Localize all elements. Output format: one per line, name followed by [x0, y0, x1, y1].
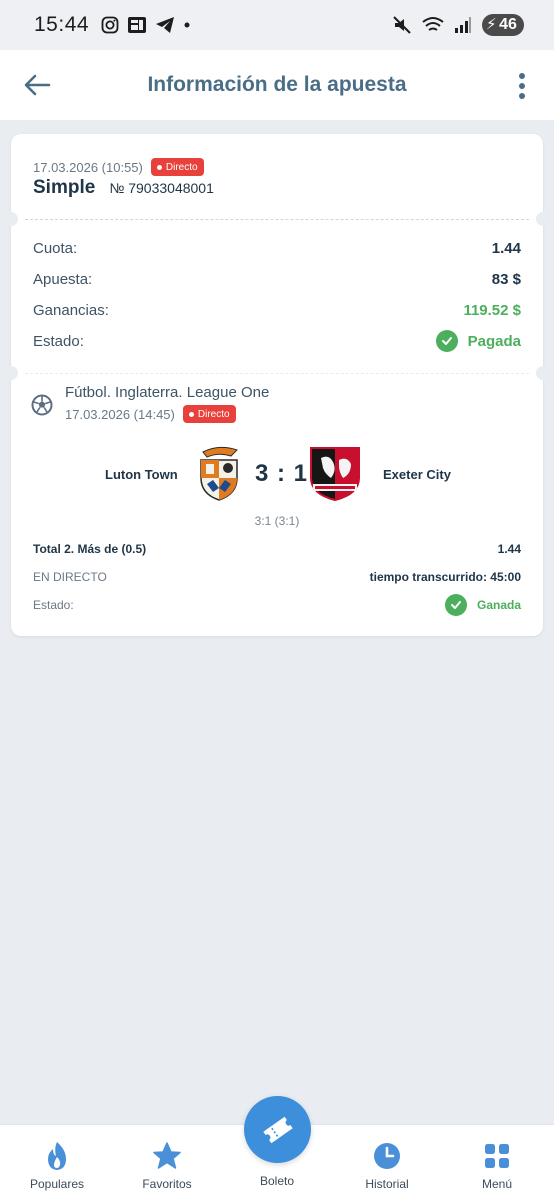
event-league: Fútbol. Inglaterra. League One — [65, 384, 270, 401]
mode-row: EN DIRECTO tiempo transcurrido: 45:00 — [33, 570, 521, 584]
battery-level: 46 — [499, 16, 517, 33]
nav-populares-label: Populares — [29, 1177, 85, 1191]
telegram-icon — [156, 17, 175, 33]
stake-value: 83 $ — [491, 271, 521, 288]
nav-favoritos[interactable]: Favoritos — [112, 1141, 222, 1191]
ticket-divider-2 — [25, 373, 529, 374]
half-time-score: 3:1 (3:1) — [254, 514, 300, 528]
live-dot-icon — [156, 164, 162, 170]
winnings-row: Ganancias: 119.52 $ — [33, 302, 521, 319]
more-notifications-icon — [184, 22, 190, 28]
mute-icon — [393, 16, 411, 34]
match-score: 3 : 1 — [255, 460, 309, 487]
event-live-badge-label: Directo — [197, 408, 230, 420]
back-arrow-icon[interactable] — [22, 70, 52, 100]
event-status-label: Estado: — [33, 598, 74, 612]
more-options-icon[interactable] — [518, 72, 526, 100]
battery-indicator: ⚡ 46 — [482, 14, 524, 36]
grid-icon — [485, 1144, 509, 1168]
bet-status-row: Estado: Pagada — [33, 330, 521, 352]
status-bar: 15:44 ⚡ 46 — [0, 0, 554, 50]
live-badge: Directo — [150, 158, 204, 176]
odds-value: 1.44 — [491, 240, 521, 257]
exeter-city-crest-icon — [310, 447, 360, 502]
check-icon — [435, 330, 458, 352]
flame-icon — [48, 1142, 66, 1170]
bet-number: № 79033048001 — [109, 180, 214, 196]
stake-label: Apuesta: — [33, 271, 93, 288]
away-team-name: Exeter City — [383, 467, 451, 482]
ticket-icon — [262, 1116, 293, 1143]
nav-menu-label: Menú — [481, 1177, 513, 1191]
signal-icon — [455, 17, 471, 33]
bet-slip-button[interactable] — [244, 1096, 311, 1163]
ticket-notch-left-2 — [4, 366, 18, 380]
event-datetime-line: 17.03.2026 (14:45) Directo — [65, 405, 269, 423]
bet-datetime-line: 17.03.2026 (10:55) Directo — [33, 158, 204, 176]
match-scoreboard: Luton Town 3 : 1 Exeter City — [11, 444, 543, 504]
bet-status-value: Pagada — [467, 332, 521, 350]
event-info: Fútbol. Inglaterra. League One 17.03.202… — [65, 384, 269, 423]
event-datetime: 17.03.2026 (14:45) — [65, 406, 175, 422]
stake-row: Apuesta: 83 $ — [33, 271, 521, 288]
live-badge-label: Directo — [165, 161, 198, 173]
event-status-value: Ganada — [476, 598, 521, 612]
home-team-name: Luton Town — [105, 467, 178, 482]
star-icon — [153, 1142, 181, 1169]
won-check-icon — [444, 594, 467, 616]
app-bar: Información de la apuesta — [0, 50, 554, 120]
luton-town-crest-icon — [200, 446, 238, 501]
clock-icon — [374, 1143, 400, 1169]
instagram-icon — [101, 16, 119, 34]
news-icon — [128, 17, 147, 33]
event-status-badge: Ganada — [444, 594, 521, 616]
elapsed-time: tiempo transcurrido: 45:00 — [369, 570, 521, 584]
nav-boleto-label[interactable]: Boleto — [222, 1174, 332, 1188]
ticket-divider — [25, 219, 529, 220]
event-mode: EN DIRECTO — [33, 570, 107, 584]
bet-type-line: Simple № 79033048001 — [33, 177, 214, 199]
ticket-notch-right — [536, 212, 550, 226]
status-system-icons: ⚡ 46 — [392, 14, 524, 36]
market-name: Total 2. Más de (0.5) — [33, 542, 147, 556]
page-title: Información de la apuesta — [147, 73, 407, 96]
bet-status-label: Estado: — [33, 332, 84, 350]
bet-info-card: 17.03.2026 (10:55) Directo Simple № 7903… — [4, 134, 550, 636]
bet-type: Simple — [33, 177, 96, 198]
market-row: Total 2. Más de (0.5) 1.44 — [33, 542, 521, 556]
bet-status-badge: Pagada — [435, 330, 521, 352]
nav-populares[interactable]: Populares — [2, 1141, 112, 1191]
soccer-ball-icon — [31, 394, 53, 416]
ticket-notch-right-2 — [536, 366, 550, 380]
ticket-notch-left — [4, 212, 18, 226]
event-header: Fútbol. Inglaterra. League One 17.03.202… — [31, 384, 269, 423]
market-odds: 1.44 — [497, 542, 521, 556]
status-time: 15:44 — [34, 13, 90, 36]
odds-row: Cuota: 1.44 — [33, 240, 521, 257]
nav-favoritos-label: Favoritos — [142, 1177, 192, 1191]
status-notification-icons — [101, 16, 191, 34]
wifi-icon — [422, 17, 444, 31]
nav-historial[interactable]: Historial — [332, 1141, 442, 1191]
event-status-row: Estado: Ganada — [33, 594, 521, 616]
winnings-value: 119.52 $ — [463, 302, 521, 319]
winnings-label: Ganancias: — [33, 302, 109, 319]
bet-datetime: 17.03.2026 (10:55) — [33, 159, 143, 175]
nav-menu[interactable]: Menú — [442, 1141, 552, 1191]
charging-icon: ⚡ — [486, 16, 497, 33]
event-live-badge: Directo — [182, 405, 236, 423]
nav-historial-label: Historial — [365, 1177, 409, 1191]
odds-label: Cuota: — [33, 240, 78, 257]
event-live-dot-icon — [188, 411, 194, 417]
